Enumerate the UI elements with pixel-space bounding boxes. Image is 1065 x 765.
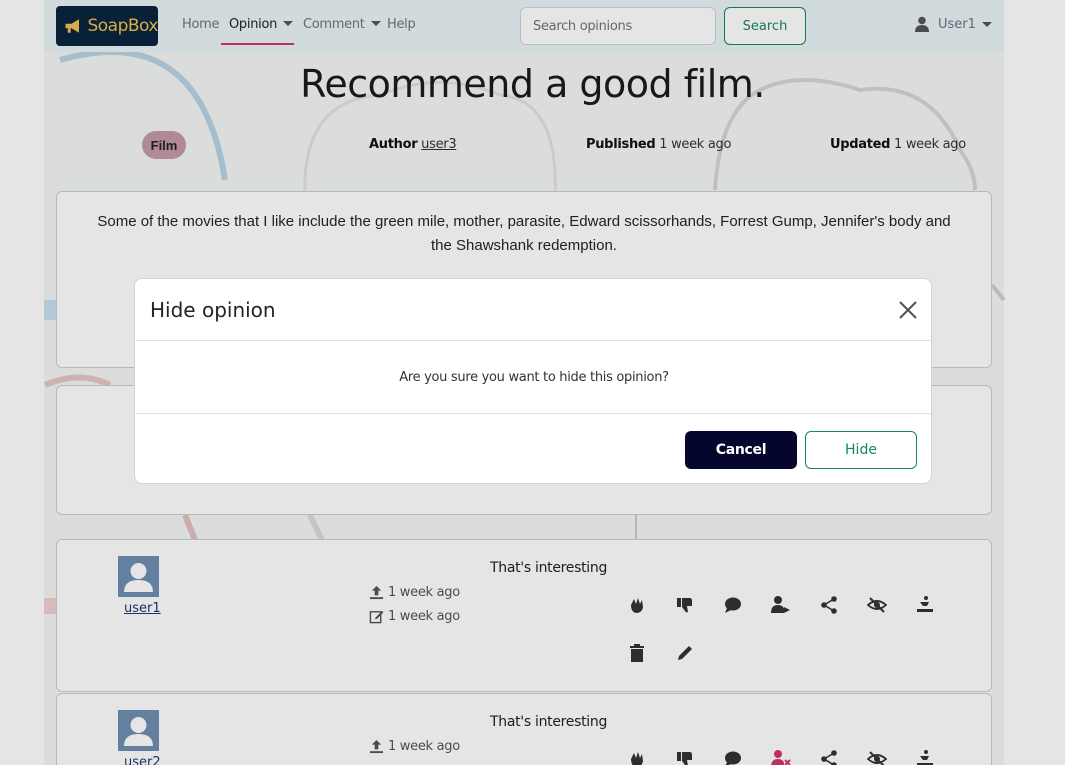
modal-header: Hide opinion — [135, 279, 933, 341]
cancel-button[interactable]: Cancel — [685, 431, 797, 469]
hide-opinion-modal: Hide opinion Are you sure you want to hi… — [134, 278, 933, 484]
modal-message: Are you sure you want to hide this opini… — [135, 341, 933, 414]
hide-button[interactable]: Hide — [805, 431, 917, 469]
modal-title: Hide opinion — [150, 298, 276, 322]
close-icon[interactable] — [897, 299, 919, 321]
